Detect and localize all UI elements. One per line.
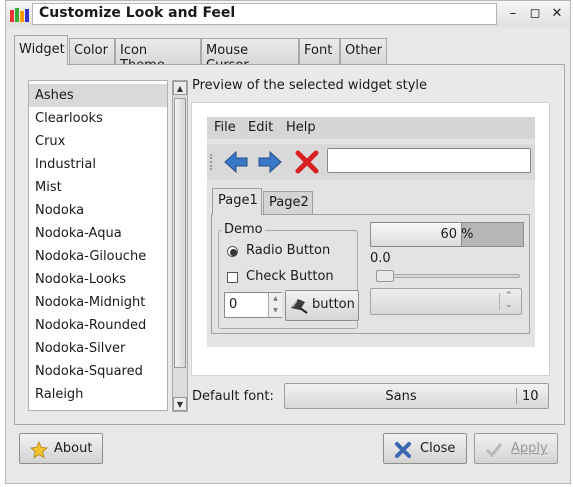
check-indicator[interactable]	[227, 272, 238, 283]
list-item[interactable]: Industrial	[29, 153, 167, 176]
default-font-label: Default font:	[192, 389, 274, 404]
menu-edit[interactable]: Edit	[248, 120, 273, 136]
stop-icon[interactable]	[295, 150, 319, 174]
radio-label: Radio Button	[246, 243, 331, 258]
close-x-icon	[395, 442, 411, 458]
tab-font[interactable]: Font	[299, 38, 340, 64]
scale-value: 0.0	[370, 251, 391, 266]
preview-menubar: File Edit Help	[207, 117, 535, 139]
app-palette-icon	[10, 8, 29, 22]
preview-tab-page2[interactable]: Page2	[263, 191, 313, 215]
preview-tab-panel: Radio Button Check Button 0 ▲ ▼ button D…	[211, 214, 530, 334]
theme-list-scrollbar[interactable]: ▲ ▼	[172, 80, 188, 412]
list-item[interactable]: Nodoka-Looks	[29, 268, 167, 291]
checkmark-icon	[485, 443, 503, 458]
tab-color[interactable]: Color	[69, 38, 115, 64]
demo-button-label: button	[312, 297, 355, 312]
font-size: 10	[522, 389, 539, 404]
combo-box[interactable]: ⌃ ⌄	[370, 288, 522, 315]
demo-frame-label: Demo	[222, 222, 265, 237]
demo-button[interactable]: button	[285, 290, 359, 321]
list-item[interactable]: Raleigh	[29, 383, 167, 406]
spin-button[interactable]: 0 ▲ ▼	[224, 292, 282, 318]
forward-arrow-icon[interactable]	[257, 150, 283, 174]
demo-frame: Radio Button Check Button 0 ▲ ▼ button	[218, 230, 359, 329]
scroll-thumb[interactable]	[174, 98, 186, 368]
tab-icon-theme[interactable]: Icon Theme	[115, 38, 201, 73]
toolbar-grip[interactable]	[210, 154, 213, 170]
preview-toolbar	[207, 144, 535, 180]
check-label: Check Button	[246, 269, 334, 284]
minimize-button[interactable]: –	[502, 4, 524, 24]
font-name: Sans	[385, 389, 417, 404]
list-item[interactable]: Clearlooks	[29, 107, 167, 130]
title-bar[interactable]: Customize Look and Feel – ◻ ✕	[6, 1, 570, 27]
apply-label: Apply	[511, 441, 548, 456]
combo-arrows-icon: ⌃ ⌄	[505, 291, 513, 310]
progress-bar: 60 %	[370, 222, 524, 247]
preview-tab-page1[interactable]: Page1	[212, 188, 262, 215]
list-item[interactable]: Nodoka-Aqua	[29, 222, 167, 245]
tab-mouse-cursor[interactable]: Mouse Cursor	[201, 38, 299, 73]
scroll-up-button[interactable]: ▲	[173, 81, 187, 95]
slider-thumb[interactable]	[376, 270, 394, 282]
list-item[interactable]: Nodoka-Squared	[29, 360, 167, 383]
theme-list[interactable]: Ashes Clearlooks Crux Industrial Mist No…	[28, 80, 168, 411]
list-item[interactable]: Nodoka-Gilouche	[29, 245, 167, 268]
font-picker-button[interactable]: Sans 10	[284, 383, 549, 409]
list-item-selected[interactable]: Ashes	[29, 84, 167, 107]
radio-indicator[interactable]	[227, 246, 238, 257]
maximize-button[interactable]: ◻	[524, 4, 546, 24]
list-item[interactable]: Mist	[29, 176, 167, 199]
progress-text: 60 %	[440, 227, 474, 242]
preview-window: File Edit Help Page1 Page2 Radio Button …	[207, 117, 535, 347]
list-item[interactable]: Nodoka-Silver	[29, 337, 167, 360]
close-window-button[interactable]: ✕	[546, 4, 568, 24]
preview-area: File Edit Help Page1 Page2 Radio Button …	[191, 102, 550, 376]
window: Customize Look and Feel – ◻ ✕ Widget Col…	[5, 0, 571, 484]
menu-help[interactable]: Help	[286, 120, 316, 136]
list-item[interactable]: Nodoka	[29, 199, 167, 222]
screwdriver-icon	[291, 299, 308, 314]
list-item[interactable]: Nodoka-Midnight	[29, 291, 167, 314]
check-button[interactable]: Check Button	[225, 267, 353, 289]
combo-separator	[499, 293, 500, 310]
about-button[interactable]: About	[19, 433, 103, 464]
menu-file[interactable]: File	[214, 120, 236, 136]
apply-button[interactable]: Apply	[474, 433, 558, 464]
close-label: Close	[420, 441, 456, 456]
close-button[interactable]: Close	[383, 433, 467, 464]
spin-arrows[interactable]: ▲ ▼	[268, 293, 282, 317]
tab-widget[interactable]: Widget	[14, 35, 68, 65]
font-size-separator	[516, 388, 517, 404]
slider-track[interactable]	[376, 274, 520, 278]
list-item[interactable]: Crux	[29, 130, 167, 153]
preview-text-entry[interactable]	[327, 148, 531, 173]
about-label: About	[54, 441, 93, 456]
tab-other[interactable]: Other	[340, 38, 387, 64]
star-icon	[30, 441, 48, 459]
radio-button[interactable]: Radio Button	[225, 241, 353, 263]
spin-value: 0	[229, 297, 238, 312]
widget-tab-panel: Ashes Clearlooks Crux Industrial Mist No…	[14, 64, 565, 425]
back-arrow-icon[interactable]	[223, 150, 249, 174]
window-title: Customize Look and Feel	[32, 3, 497, 25]
list-item[interactable]: Nodoka-Rounded	[29, 314, 167, 337]
preview-label: Preview of the selected widget style	[192, 78, 428, 93]
scroll-down-button[interactable]: ▼	[173, 397, 187, 411]
